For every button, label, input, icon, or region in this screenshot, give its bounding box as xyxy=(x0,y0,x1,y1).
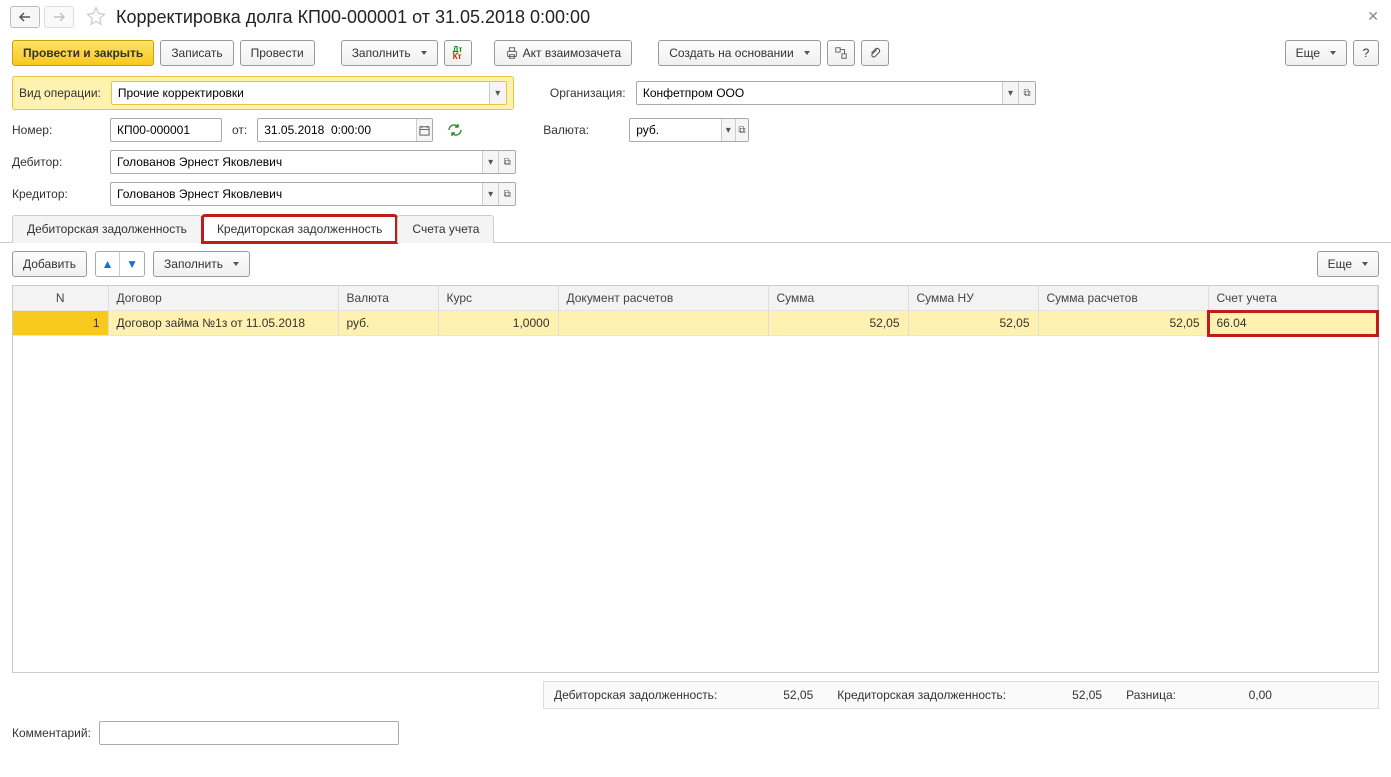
currency-field[interactable] xyxy=(630,119,721,141)
org-dropdown[interactable]: ▾ xyxy=(1002,82,1019,104)
attach-button[interactable] xyxy=(861,40,889,66)
fill-button[interactable]: Заполнить xyxy=(341,40,438,66)
col-sum-settl[interactable]: Сумма расчетов xyxy=(1038,286,1208,311)
org-label: Организация: xyxy=(550,86,630,100)
print-offset-act-button[interactable]: Акт взаимозачета xyxy=(494,40,633,66)
debtor-dropdown[interactable]: ▾ xyxy=(482,151,499,173)
op-type-field[interactable] xyxy=(112,82,489,104)
total-diff-value: 0,00 xyxy=(1182,688,1272,702)
total-creditor-label: Кредиторская задолженность: xyxy=(837,688,1006,702)
main-toolbar: Провести и закрыть Записать Провести Зап… xyxy=(0,36,1391,76)
org-field[interactable] xyxy=(637,82,1002,104)
tab-debtor-debt[interactable]: Дебиторская задолженность xyxy=(12,215,202,243)
col-currency[interactable]: Валюта xyxy=(338,286,438,311)
grid-empty-area[interactable] xyxy=(13,336,1378,672)
creditor-dropdown[interactable]: ▾ xyxy=(482,183,499,205)
refresh-icon xyxy=(447,123,463,137)
grid: N Договор Валюта Курс Документ расчетов … xyxy=(12,285,1379,673)
number-field[interactable] xyxy=(111,119,221,141)
col-sum[interactable]: Сумма xyxy=(768,286,908,311)
favorite-star-icon[interactable] xyxy=(86,6,108,28)
post-button[interactable]: Провести xyxy=(240,40,315,66)
date-picker-button[interactable] xyxy=(416,119,432,141)
nav-back-button[interactable] xyxy=(10,6,40,28)
total-diff-label: Разница: xyxy=(1126,688,1176,702)
create-based-button[interactable]: Создать на основании xyxy=(658,40,821,66)
comment-label: Комментарий: xyxy=(12,726,91,740)
cell-rate[interactable]: 1,0000 xyxy=(438,311,558,336)
total-debtor-value: 52,05 xyxy=(723,688,813,702)
number-label: Номер: xyxy=(12,123,104,137)
grid-more-button[interactable]: Еще xyxy=(1317,251,1379,277)
close-button[interactable]: ✕ xyxy=(1367,8,1379,25)
currency-label: Валюта: xyxy=(543,123,623,137)
calendar-icon xyxy=(419,125,430,136)
totals-area: Дебиторская задолженность: 52,05 Кредито… xyxy=(12,681,1379,709)
total-creditor-value: 52,05 xyxy=(1012,688,1102,702)
grid-fill-button[interactable]: Заполнить xyxy=(153,251,250,277)
date-field[interactable] xyxy=(258,119,416,141)
col-sum-nu[interactable]: Сумма НУ xyxy=(908,286,1038,311)
help-button[interactable]: ? xyxy=(1353,40,1379,66)
creditor-open[interactable]: ⧉ xyxy=(498,183,515,205)
cell-contract[interactable]: Договор займа №1з от 11.05.2018 xyxy=(108,311,338,336)
cell-sum-nu[interactable]: 52,05 xyxy=(908,311,1038,336)
save-button[interactable]: Записать xyxy=(160,40,233,66)
creditor-field[interactable] xyxy=(111,183,482,205)
move-down-button[interactable]: ▼ xyxy=(120,252,144,276)
comment-field[interactable] xyxy=(100,722,398,744)
move-arrows: ▲ ▼ xyxy=(95,251,145,277)
title-bar: Корректировка долга КП00-000001 от 31.05… xyxy=(0,0,1391,36)
paperclip-icon xyxy=(868,46,882,60)
col-n[interactable]: N xyxy=(13,286,108,311)
col-rate[interactable]: Курс xyxy=(438,286,558,311)
col-contract[interactable]: Договор xyxy=(108,286,338,311)
print-label: Акт взаимозачета xyxy=(523,46,622,60)
add-row-button[interactable]: Добавить xyxy=(12,251,87,277)
cell-sum-settl[interactable]: 52,05 xyxy=(1038,311,1208,336)
debtor-field[interactable] xyxy=(111,151,482,173)
total-debtor-label: Дебиторская задолженность: xyxy=(554,688,717,702)
dtkt-button[interactable]: ДтКт xyxy=(444,40,472,66)
nav-forward-button[interactable] xyxy=(44,6,74,28)
cell-sum[interactable]: 52,05 xyxy=(768,311,908,336)
creditor-label: Кредитор: xyxy=(12,187,104,201)
tabs: Дебиторская задолженность Кредиторская з… xyxy=(0,214,1391,243)
window-title: Корректировка долга КП00-000001 от 31.05… xyxy=(116,7,590,28)
structure-button[interactable] xyxy=(827,40,855,66)
tab-creditor-debt[interactable]: Кредиторская задолженность xyxy=(202,215,397,243)
cell-account[interactable]: 66.04 xyxy=(1208,311,1378,336)
debtor-open[interactable]: ⧉ xyxy=(498,151,515,173)
from-label: от: xyxy=(232,123,247,137)
tab-accounts[interactable]: Счета учета xyxy=(397,215,494,243)
op-type-group: Вид операции: ▾ xyxy=(12,76,514,110)
structure-icon xyxy=(834,46,848,60)
currency-dropdown[interactable]: ▾ xyxy=(721,119,735,141)
dtkt-icon: ДтКт xyxy=(453,46,463,60)
refresh-button[interactable] xyxy=(447,123,463,137)
cell-currency[interactable]: руб. xyxy=(338,311,438,336)
currency-open[interactable]: ⧉ xyxy=(735,119,749,141)
op-type-dropdown[interactable]: ▾ xyxy=(489,82,506,104)
more-button[interactable]: Еще xyxy=(1285,40,1347,66)
op-type-label: Вид операции: xyxy=(19,86,101,100)
grid-header-row: N Договор Валюта Курс Документ расчетов … xyxy=(13,286,1378,311)
cell-n[interactable]: 1 xyxy=(13,311,108,336)
cell-doc[interactable] xyxy=(558,311,768,336)
print-icon xyxy=(505,46,519,60)
org-open[interactable]: ⧉ xyxy=(1018,82,1035,104)
move-up-button[interactable]: ▲ xyxy=(96,252,120,276)
table-row[interactable]: 1 Договор займа №1з от 11.05.2018 руб. 1… xyxy=(13,311,1378,336)
col-account[interactable]: Счет учета xyxy=(1208,286,1378,311)
grid-toolbar: Добавить ▲ ▼ Заполнить Еще xyxy=(0,243,1391,285)
debtor-label: Дебитор: xyxy=(12,155,104,169)
col-doc[interactable]: Документ расчетов xyxy=(558,286,768,311)
post-and-close-button[interactable]: Провести и закрыть xyxy=(12,40,154,66)
